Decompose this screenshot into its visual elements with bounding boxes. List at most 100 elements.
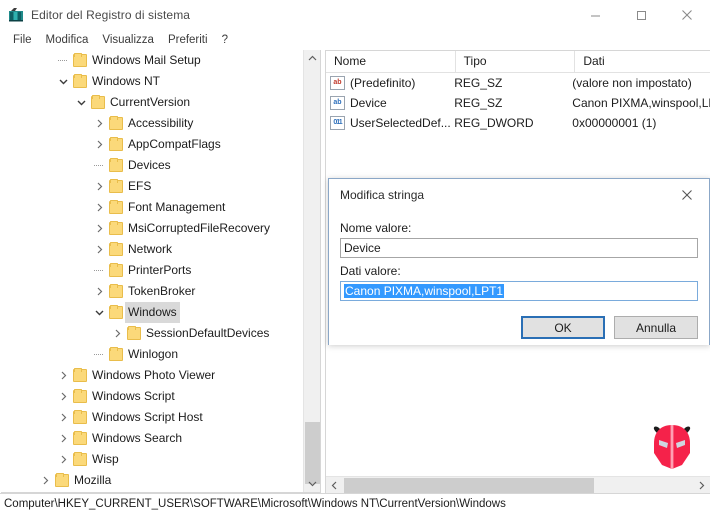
folder-icon [71,449,89,470]
chevron-down-icon[interactable] [91,302,107,323]
tree-item[interactable]: Windows Script [1,386,303,407]
tree-leaf-connector [37,491,53,492]
tree-item[interactable]: PrinterPorts [1,260,303,281]
tree-item[interactable]: Winlogon [1,344,303,365]
menu-modifica[interactable]: Modifica [39,33,96,47]
tree-item[interactable]: MsiCorruptedFileRecovery [1,218,303,239]
tree-leaf-connector [55,50,71,71]
chevron-right-icon[interactable] [55,365,71,386]
cancel-button[interactable]: Annulla [614,316,698,339]
folder-icon [107,218,125,239]
column-header-dati[interactable]: Dati [575,51,710,72]
chevron-right-icon[interactable] [55,386,71,407]
value-name-input[interactable]: Device [340,238,698,258]
scroll-left-icon[interactable] [326,477,343,493]
chevron-right-icon[interactable] [37,470,53,491]
dialog-title: Modifica stringa [340,187,425,202]
tree-item[interactable]: Devices [1,155,303,176]
menu-help[interactable]: ? [215,33,235,47]
chevron-right-icon[interactable] [91,239,107,260]
tree-item-label: Windows Script Host [92,410,203,424]
tree-item[interactable]: Windows Search [1,428,303,449]
tree-item-label: Windows Search [92,431,183,445]
tree-item-label: Wisp [92,452,119,466]
tree-item[interactable]: SessionDefaultDevices [1,323,303,344]
tree-item[interactable]: Wisp [1,449,303,470]
folder-icon [107,155,125,176]
chevron-right-icon[interactable] [55,449,71,470]
menu-preferiti[interactable]: Preferiti [161,33,215,47]
tree-item[interactable]: Font Management [1,197,303,218]
folder-icon [53,491,71,492]
tree-item[interactable]: TokenBroker [1,281,303,302]
tree-item[interactable]: Accessibility [1,113,303,134]
folder-icon [107,113,125,134]
registry-editor-icon [8,7,24,23]
value-type-cell: REG_SZ [454,76,503,90]
values-rows: ab (Predefinito) REG_SZ (valore non imposta… [326,73,710,133]
registry-tree[interactable]: Windows Mail Setup Windows NT CurrentVersi… [1,50,303,492]
value-data-label: Dati valore: [340,264,401,278]
chevron-right-icon[interactable] [91,134,107,155]
chevron-right-icon[interactable] [91,218,107,239]
column-header-nome[interactable]: Nome [326,51,456,72]
tree-item-label: Devices [128,158,171,172]
menu-file[interactable]: File [6,33,39,47]
values-horizontal-scrollbar[interactable] [326,476,710,493]
minimize-button[interactable] [572,0,618,30]
folder-icon [53,470,71,491]
value-row[interactable]: 011 UserSelectedDef... REG_DWORD 0x00000001… [326,113,710,133]
scroll-down-icon[interactable] [304,475,320,492]
folder-icon [71,428,89,449]
string-default-icon: ab [330,76,345,90]
menu-visualizza[interactable]: Visualizza [95,33,161,47]
title-bar: Editor del Registro di sistema [0,0,710,30]
scroll-right-icon[interactable] [693,477,710,493]
maximize-button[interactable] [618,0,664,30]
chevron-right-icon[interactable] [91,281,107,302]
chevron-right-icon[interactable] [91,113,107,134]
tree-item-label: Windows Script [92,389,175,403]
chevron-down-icon[interactable] [73,92,89,113]
tree-item[interactable]: EFS [1,176,303,197]
tree-item[interactable]: AppCompatFlags [1,134,303,155]
value-row[interactable]: ab (Predefinito) REG_SZ (valore non imposta… [326,73,710,93]
value-row[interactable]: ab Device REG_SZ Canon PIXMA,winspool,LPT1 [326,93,710,113]
tree-item[interactable]: Windows Script Host [1,407,303,428]
tree-item[interactable]: Windows Photo Viewer [1,365,303,386]
value-type-cell: REG_SZ [454,96,503,110]
registry-tree-pane: Windows Mail Setup Windows NT CurrentVersi… [1,50,321,493]
folder-icon [71,71,89,92]
tree-item-label: Windows [125,302,180,323]
chevron-right-icon[interactable] [91,176,107,197]
value-name-cell: Device [350,96,387,110]
tree-item[interactable]: Windows NT [1,71,303,92]
chevron-right-icon[interactable] [109,323,125,344]
folder-icon [107,239,125,260]
tree-vertical-scrollbar[interactable] [303,50,320,492]
folder-icon [89,92,107,113]
tree-item[interactable]: CurrentVersion [1,92,303,113]
chevron-right-icon[interactable] [55,428,71,449]
chevron-right-icon[interactable] [55,407,71,428]
tree-item-label: MozillaPlugins [71,491,154,492]
chevron-down-icon[interactable] [55,71,71,92]
tree-item[interactable]: Windows [1,302,303,323]
tree-item-label: CurrentVersion [110,95,191,109]
tree-item-label: Winlogon [128,347,179,361]
ok-button[interactable]: OK [521,316,605,339]
value-data-input[interactable]: Canon PIXMA,winspool,LPT1 [340,281,698,301]
chevron-right-icon[interactable] [91,197,107,218]
scroll-up-icon[interactable] [304,50,320,67]
values-header: Nome Tipo Dati [326,51,710,73]
close-button[interactable] [664,0,710,30]
tree-item[interactable]: Windows Mail Setup [1,50,303,71]
tree-item[interactable]: Network [1,239,303,260]
column-header-tipo[interactable]: Tipo [456,51,576,72]
tree-item[interactable]: MozillaPlugins [1,491,303,492]
tree-item[interactable]: Mozilla [1,470,303,491]
tree-item-label: Font Management [128,200,226,214]
values-scroll-thumb[interactable] [344,478,594,493]
window-title: Editor del Registro di sistema [31,8,191,22]
dialog-close-icon[interactable] [665,179,709,210]
